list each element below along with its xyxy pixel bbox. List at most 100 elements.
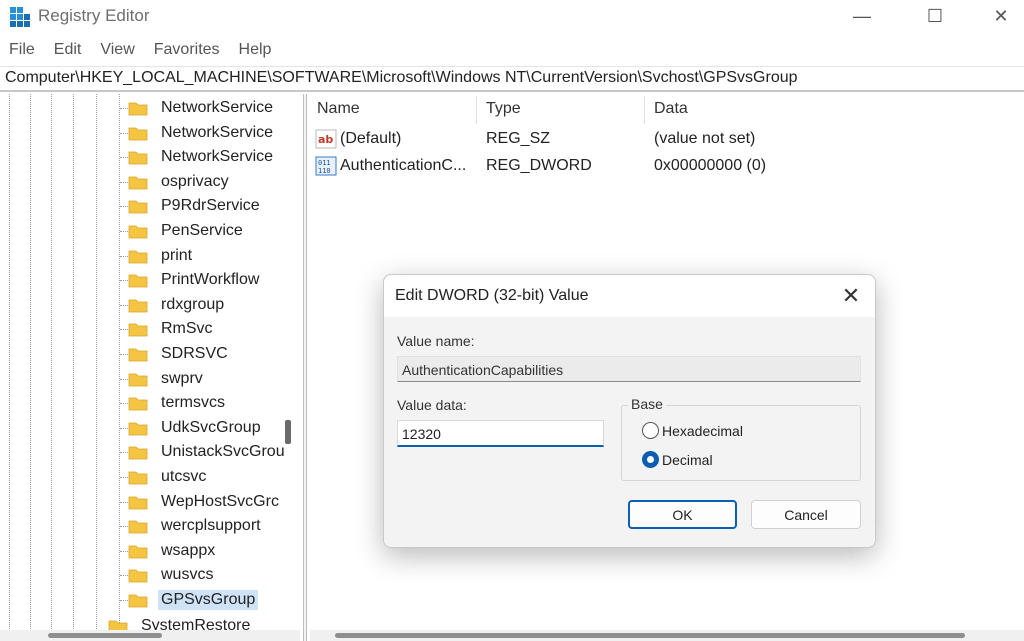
column-header-type[interactable]: Type bbox=[486, 100, 521, 118]
tree-item-label: swprv bbox=[161, 369, 203, 387]
tree-item-label: termsvcs bbox=[161, 394, 225, 412]
key-tree-pane[interactable]: NetworkService NetworkService NetworkServi… bbox=[0, 94, 300, 641]
edit-dword-dialog: Edit DWORD (32-bit) Value ✕ Value name: … bbox=[383, 274, 876, 548]
value-name: AuthenticationC... bbox=[340, 157, 467, 174]
tree-connector bbox=[120, 575, 128, 577]
column-header-name[interactable]: Name bbox=[317, 100, 360, 118]
address-bar[interactable]: Computer\HKEY_LOCAL_MACHINE\SOFTWARE\Mic… bbox=[0, 66, 1024, 92]
svg-text:110: 110 bbox=[318, 167, 331, 175]
folder-icon bbox=[128, 471, 148, 485]
tree-item[interactable]: swprv bbox=[128, 367, 206, 391]
tree-item[interactable]: NetworkService bbox=[128, 145, 276, 169]
string-value-icon: ab bbox=[315, 129, 337, 149]
value-row[interactable]: ab (Default) REG_SZ (value not set) bbox=[310, 126, 1024, 152]
tree-item[interactable]: WepHostSvcGrc bbox=[128, 490, 282, 514]
tree-connector bbox=[120, 304, 128, 306]
tree-guide-line bbox=[73, 94, 74, 641]
tree-item[interactable]: termsvcs bbox=[128, 391, 228, 415]
svg-text:011: 011 bbox=[318, 159, 331, 167]
value-data-input[interactable]: 12320 bbox=[397, 420, 604, 447]
tree-item-label: NetworkService bbox=[161, 148, 274, 166]
tree-connector bbox=[120, 354, 128, 355]
folder-icon bbox=[128, 397, 148, 411]
value-name-field: AuthenticationCapabilities bbox=[397, 356, 861, 382]
binary-value-icon: 011 110 bbox=[315, 156, 337, 176]
folder-icon bbox=[128, 348, 148, 362]
column-separator[interactable] bbox=[644, 96, 645, 124]
tree-item-label: WepHostSvcGrc bbox=[161, 492, 279, 510]
tree-item[interactable]: P9RdrService bbox=[128, 194, 263, 218]
folder-icon bbox=[128, 594, 148, 608]
tree-item[interactable]: utcsvc bbox=[128, 465, 209, 489]
menu-view[interactable]: View bbox=[100, 38, 134, 62]
value-data: (value not set) bbox=[654, 130, 756, 147]
list-horizontal-scrollbar-thumb[interactable] bbox=[335, 633, 965, 638]
minimize-icon: — bbox=[853, 5, 871, 26]
dialog-close-button[interactable]: ✕ bbox=[836, 283, 866, 309]
tree-item[interactable]: NetworkService bbox=[128, 121, 276, 145]
tree-item[interactable]: print bbox=[128, 244, 195, 268]
tree-horizontal-scrollbar-thumb[interactable] bbox=[48, 633, 162, 638]
pane-splitter[interactable] bbox=[303, 94, 307, 641]
menu-help[interactable]: Help bbox=[239, 38, 272, 62]
maximize-button[interactable]: ☐ bbox=[915, 2, 955, 30]
decimal-label: Decimal bbox=[662, 451, 713, 468]
column-separator[interactable] bbox=[476, 96, 477, 124]
menu-favorites[interactable]: Favorites bbox=[154, 38, 220, 62]
tree-guide-line bbox=[96, 94, 97, 641]
tree-item[interactable]: SDRSVC bbox=[128, 342, 231, 366]
tree-item-label: SDRSVC bbox=[161, 345, 228, 362]
decimal-radio[interactable]: Decimal bbox=[642, 451, 713, 468]
tree-item-label: PrintWorkflow bbox=[161, 271, 260, 289]
tree-connector bbox=[120, 181, 128, 183]
tree-item[interactable]: UdkSvcGroup bbox=[128, 416, 264, 440]
tree-item[interactable]: NetworkService bbox=[128, 96, 276, 120]
radio-unselected-icon bbox=[642, 422, 659, 439]
radio-selected-icon bbox=[642, 451, 659, 468]
ok-button[interactable]: OK bbox=[628, 500, 737, 529]
cancel-button[interactable]: Cancel bbox=[751, 500, 861, 529]
tree-connector bbox=[120, 600, 128, 601]
folder-icon bbox=[128, 299, 148, 313]
folder-icon bbox=[128, 225, 148, 239]
folder-icon bbox=[128, 569, 148, 583]
tree-connector bbox=[120, 452, 128, 454]
tree-item[interactable]: wusvcs bbox=[128, 563, 216, 587]
menu-file[interactable]: File bbox=[9, 38, 35, 62]
tree-item-label: utcsvc bbox=[161, 468, 207, 485]
menu-edit[interactable]: Edit bbox=[54, 38, 82, 62]
value-row[interactable]: 011 110 AuthenticationC... REG_DWORD 0x0… bbox=[310, 153, 1024, 179]
tree-item[interactable]: UnistackSvcGrou bbox=[128, 440, 288, 464]
tree-item-label: wercplsupport bbox=[161, 517, 261, 535]
tree-guide-line bbox=[119, 94, 120, 641]
hexadecimal-radio[interactable]: Hexadecimal bbox=[642, 422, 743, 439]
tree-item-label: PenService bbox=[161, 222, 243, 239]
close-icon: ✕ bbox=[841, 283, 861, 308]
svg-text:ab: ab bbox=[318, 133, 333, 146]
tree-connector bbox=[120, 108, 128, 109]
tree-item[interactable]: rdxgroup bbox=[128, 293, 227, 317]
tree-item[interactable]: osprivacy bbox=[128, 170, 232, 194]
minimize-button[interactable]: — bbox=[842, 2, 882, 30]
column-header-data[interactable]: Data bbox=[654, 100, 688, 118]
menu-bar: File Edit View Favorites Help bbox=[0, 38, 281, 62]
tree-item[interactable]: RmSvc bbox=[128, 317, 216, 341]
tree-item-label: NetworkService bbox=[161, 99, 274, 116]
tree-item[interactable]: PrintWorkflow bbox=[128, 268, 262, 292]
value-data-label: Value data: bbox=[397, 397, 467, 413]
tree-connector bbox=[120, 403, 128, 405]
tree-item[interactable]: GPSvsGroup bbox=[128, 588, 259, 612]
tree-item[interactable]: PenService bbox=[128, 219, 246, 243]
folder-icon bbox=[128, 151, 148, 165]
tree-scrollbar-thumb[interactable] bbox=[285, 420, 291, 444]
folder-icon bbox=[128, 323, 148, 337]
address-path[interactable]: Computer\HKEY_LOCAL_MACHINE\SOFTWARE\Mic… bbox=[5, 69, 798, 87]
tree-connector bbox=[120, 378, 128, 380]
title-bar: Registry Editor — ☐ ✕ bbox=[0, 0, 1024, 34]
value-type: REG_SZ bbox=[486, 130, 551, 147]
tree-connector bbox=[120, 280, 128, 282]
close-button[interactable]: ✕ bbox=[981, 2, 1021, 30]
tree-item[interactable]: wercplsupport bbox=[128, 514, 264, 538]
tree-item[interactable]: wsappx bbox=[128, 539, 218, 563]
folder-icon bbox=[128, 496, 148, 509]
